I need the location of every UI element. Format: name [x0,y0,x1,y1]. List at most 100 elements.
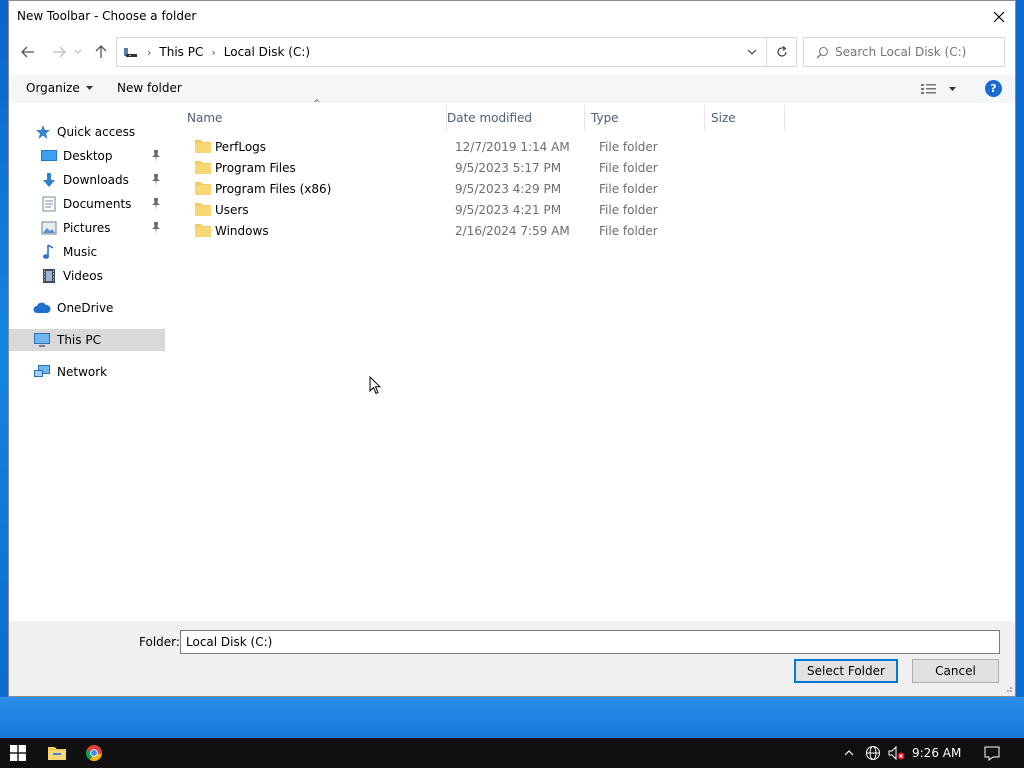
file-name: Program Files (x86) [215,181,332,196]
cancel-button[interactable]: Cancel [912,659,999,683]
file-date: 9/5/2023 4:21 PM [455,202,562,217]
column-header-date[interactable]: Date modified [441,105,585,131]
new-folder-button[interactable]: New folder [117,81,182,95]
taskbar-clock[interactable]: 9:26 AM [912,746,961,760]
title-bar: New Toolbar - Choose a folder [9,1,1015,32]
this-pc-small-icon [123,45,139,59]
up-arrow-icon [95,45,107,58]
column-header-type[interactable]: Type [585,105,705,131]
sort-ascending-icon: ^ [313,99,321,109]
column-header-name[interactable]: ^ Name [181,99,447,131]
search-box[interactable] [803,37,1005,67]
table-row[interactable]: Program Files 9/5/2023 5:17 PM File fold… [185,157,785,178]
windows-logo-icon [10,745,26,761]
table-row[interactable]: Users 9/5/2023 4:21 PM File folder [185,199,785,220]
nav-network[interactable]: Network [9,361,165,383]
nav-music[interactable]: Music [9,241,165,263]
nav-quick-access-label: Quick access [57,125,136,139]
start-button[interactable] [0,738,36,768]
table-row[interactable]: Program Files (x86) 9/5/2023 4:29 PM Fil… [185,178,785,199]
desktop-icon [41,150,57,161]
network-status-button[interactable] [863,738,883,768]
nav-music-label: Music [63,245,98,259]
up-button[interactable] [91,41,111,63]
pin-icon [152,174,160,186]
nav-videos-label: Videos [63,269,103,283]
nav-desktop[interactable]: Desktop [9,145,165,167]
help-button[interactable]: ? [985,80,1002,97]
choose-folder-dialog: New Toolbar - Choose a folder › This PC … [8,0,1016,697]
picture-icon [41,221,57,235]
file-date: 2/16/2024 7:59 AM [455,223,570,238]
folder-icon [195,161,211,174]
folder-icon [195,140,211,153]
nav-downloads-label: Downloads [63,173,129,187]
caret-down-icon [85,86,93,90]
folder-field-label: Folder: [139,635,180,649]
nav-pictures[interactable]: Pictures [9,217,165,239]
file-type: File folder [599,160,658,175]
nav-onedrive-label: OneDrive [57,301,114,315]
close-icon [993,11,1005,22]
dialog-title: New Toolbar - Choose a folder [17,9,197,23]
nav-this-pc-label: This PC [57,333,101,347]
search-input[interactable] [835,45,995,59]
desktop-wallpaper-strip [0,697,1024,738]
close-button[interactable] [983,1,1015,32]
forward-button[interactable] [49,41,69,63]
nav-downloads[interactable]: Downloads [9,169,165,191]
new-folder-label: New folder [117,81,182,95]
nav-onedrive[interactable]: OneDrive [9,297,165,319]
address-bar[interactable]: › This PC › Local Disk (C:) [116,37,767,67]
chevron-down-icon [74,49,82,54]
film-icon [43,269,55,283]
taskbar-file-explorer[interactable] [40,738,74,768]
column-size-label: Size [711,111,736,125]
file-type: File folder [599,223,658,238]
back-button[interactable] [18,41,38,63]
file-explorer-icon [48,747,66,760]
pin-icon [152,150,160,162]
column-header-size[interactable]: Size [705,105,785,131]
globe-icon [866,746,880,760]
nav-videos[interactable]: Videos [9,265,165,287]
network-icon [34,365,50,377]
file-date: 12/7/2019 1:14 AM [455,139,570,154]
address-dropdown-button[interactable] [738,38,766,66]
breadcrumb-local-disk[interactable]: Local Disk (C:) [224,45,310,59]
file-date: 9/5/2023 5:17 PM [455,160,562,175]
nav-quick-access[interactable]: Quick access [9,121,165,143]
recent-locations-button[interactable] [72,41,84,63]
breadcrumb-this-pc[interactable]: This PC [159,45,203,59]
column-type-label: Type [591,111,619,125]
file-date: 9/5/2023 4:29 PM [455,181,562,196]
volume-button[interactable] [886,738,908,768]
refresh-button[interactable] [767,37,797,67]
action-center-button[interactable] [980,738,1004,768]
search-icon [816,46,829,58]
chrome-icon [86,745,102,761]
document-icon [42,196,56,212]
show-hidden-icons-button[interactable] [840,738,858,768]
column-date-label: Date modified [447,111,533,125]
folder-icon [195,224,211,237]
taskbar: 9:26 AM [0,738,1024,768]
nav-network-label: Network [57,365,108,379]
folder-icon [195,203,211,216]
nav-documents[interactable]: Documents [9,193,165,215]
organize-label: Organize [26,81,80,95]
table-row[interactable]: Windows 2/16/2024 7:59 AM File folder [185,220,785,241]
nav-this-pc[interactable]: This PC [9,329,165,351]
pin-icon [152,222,160,234]
forward-arrow-icon [53,46,66,58]
resize-grip-icon [1007,687,1012,692]
change-view-button[interactable] [921,80,961,98]
folder-field[interactable] [180,630,1000,654]
organize-button[interactable]: Organize [26,81,93,95]
file-list: ^ Name Date modified Type Size PerfLogs … [173,99,1015,621]
dialog-footer: Folder: Select Folder Cancel [9,621,1015,696]
select-folder-button[interactable]: Select Folder [794,659,898,683]
table-row[interactable]: PerfLogs 12/7/2019 1:14 AM File folder [185,136,785,157]
taskbar-chrome[interactable] [77,738,111,768]
file-type: File folder [599,139,658,154]
